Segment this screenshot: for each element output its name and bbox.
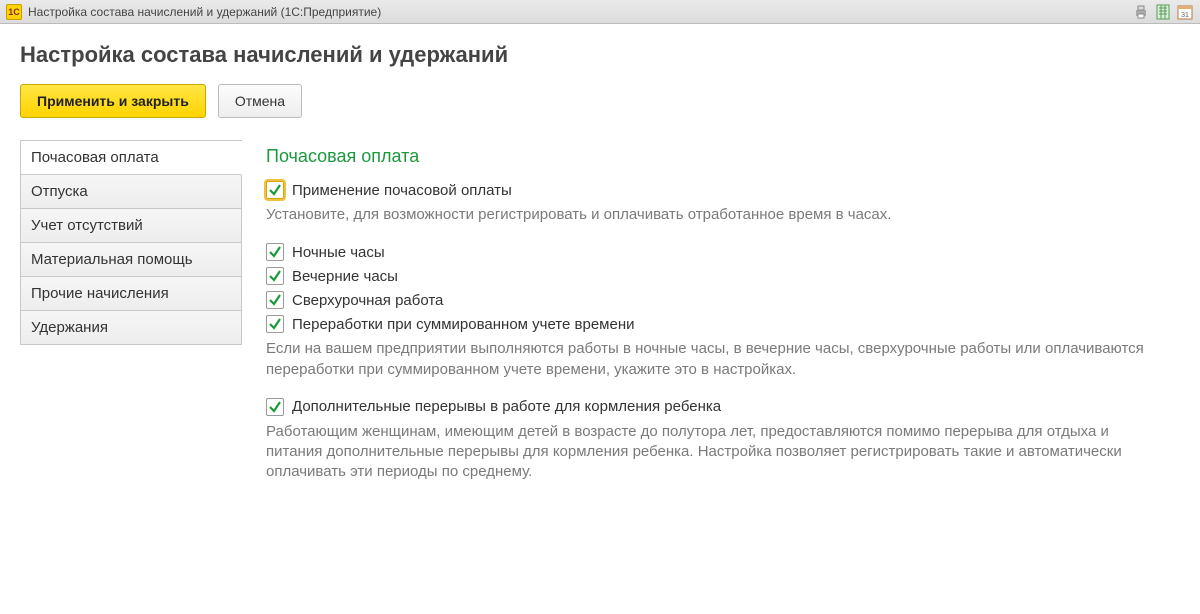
checkbox-feeding-breaks[interactable]: [266, 398, 284, 416]
hint-text: Установите, для возможности регистрирова…: [266, 205, 1166, 225]
calculator-icon[interactable]: [1154, 3, 1172, 21]
sidebar-item-other-accruals[interactable]: Прочие начисления: [20, 277, 242, 311]
apply-close-button[interactable]: Применить и закрыть: [20, 84, 206, 118]
checkbox-overtime[interactable]: [266, 291, 284, 309]
checkbox-row-night: Ночные часы: [266, 243, 1174, 261]
sidebar-item-vacations[interactable]: Отпуска: [20, 175, 242, 209]
checkbox-label: Применение почасовой оплаты: [292, 182, 512, 199]
section-title: Почасовая оплата: [266, 146, 1174, 167]
titlebar: 1C Настройка состава начислений и удержа…: [0, 0, 1200, 24]
checkbox-summarized[interactable]: [266, 315, 284, 333]
window-title: Настройка состава начислений и удержаний…: [28, 5, 381, 19]
checkbox-row-summarized: Переработки при суммированном учете врем…: [266, 315, 1174, 333]
app-logo-icon: 1C: [6, 4, 22, 20]
checkbox-row-feeding-breaks: Дополнительные перерывы в работе для кор…: [266, 398, 1174, 416]
main-panel: Почасовая оплата Применение почасовой оп…: [242, 140, 1180, 501]
checkbox-row-evening: Вечерние часы: [266, 267, 1174, 285]
hint-text: Если на вашем предприятии выполняются ра…: [266, 339, 1166, 380]
page-title: Настройка состава начислений и удержаний: [20, 42, 1180, 68]
sidebar-item-deductions[interactable]: Удержания: [20, 311, 242, 345]
sidebar-item-hourly[interactable]: Почасовая оплата: [20, 141, 242, 175]
checkbox-hourly-enable[interactable]: [266, 181, 284, 199]
calendar-icon[interactable]: 31: [1176, 3, 1194, 21]
sidebar-item-absences[interactable]: Учет отсутствий: [20, 209, 242, 243]
checkbox-label: Дополнительные перерывы в работе для кор…: [292, 398, 721, 415]
toolbar: Применить и закрыть Отмена: [20, 84, 1180, 118]
checkbox-evening[interactable]: [266, 267, 284, 285]
svg-text:31: 31: [1181, 12, 1189, 19]
print-icon[interactable]: [1132, 3, 1150, 21]
checkbox-label: Переработки при суммированном учете врем…: [292, 316, 634, 333]
sidebar-item-material-aid[interactable]: Материальная помощь: [20, 243, 242, 277]
checkbox-label: Сверхурочная работа: [292, 292, 443, 309]
checkbox-label: Ночные часы: [292, 244, 385, 261]
checkbox-label: Вечерние часы: [292, 268, 398, 285]
checkbox-night[interactable]: [266, 243, 284, 261]
hint-text: Работающим женщинам, имеющим детей в воз…: [266, 422, 1166, 483]
sidebar: Почасовая оплата Отпуска Учет отсутствий…: [20, 140, 242, 345]
cancel-button[interactable]: Отмена: [218, 84, 302, 118]
checkbox-row-overtime: Сверхурочная работа: [266, 291, 1174, 309]
checkbox-row-hourly-enable: Применение почасовой оплаты: [266, 181, 1174, 199]
